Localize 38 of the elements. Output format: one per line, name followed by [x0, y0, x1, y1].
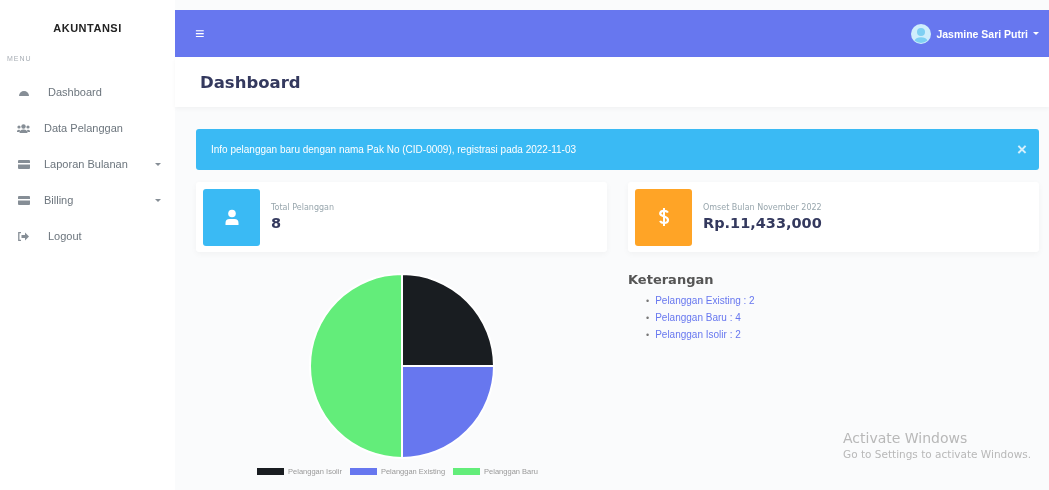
stat-value: 8 — [271, 215, 283, 231]
brand-title: AKUNTANSI — [52, 21, 123, 36]
sidebar-item[interactable]: Logout — [0, 218, 175, 254]
sidebar-item[interactable]: Data Pelanggan — [0, 110, 175, 146]
menu-toggle-button[interactable]: ≡ — [195, 24, 205, 43]
bullet-icon: • — [646, 312, 650, 323]
users-icon — [17, 123, 30, 133]
logout-icon — [17, 231, 30, 241]
caret-icon — [1033, 32, 1039, 35]
activation-notice-title: Activate Windows — [843, 430, 969, 446]
bullet-icon: • — [646, 295, 650, 306]
alert-text: Info pelanggan baru dengan nama Pak No (CID-0009), registrasi pada 2022-11-03 — [211, 144, 577, 155]
legend-link[interactable]: Pelanggan Baru : 4 — [655, 312, 741, 323]
legend-link[interactable]: Pelanggan Isolir : 2 — [655, 329, 741, 340]
sidebar-item[interactable]: Dashboard — [0, 74, 175, 110]
page-title: Dashboard — [200, 72, 301, 92]
avatar-icon — [911, 23, 932, 44]
stat-value: Rp.11,433,000 — [703, 215, 822, 231]
user-name: Jasmine Sari Putri — [936, 27, 1028, 40]
sidebar-item-label: Dashboard — [48, 86, 102, 98]
bullet-icon: • — [646, 329, 650, 340]
stat-label: Omset Bulan November 2022 — [703, 203, 822, 212]
sidebar-item-label: Laporan Bulanan — [44, 158, 128, 170]
credit-card-icon — [17, 195, 30, 205]
sidebar-item[interactable]: Billing — [0, 182, 175, 218]
sidebar-item-label: Logout — [48, 230, 82, 242]
sidebar-item[interactable]: Laporan Bulanan — [0, 146, 175, 182]
section-title: Keterangan — [628, 272, 715, 287]
credit-card-icon — [17, 159, 30, 169]
stat-label: Total Pelanggan — [271, 203, 334, 212]
sidebar-item-label: Billing — [44, 194, 74, 206]
legend-swatch — [453, 468, 481, 475]
legend-swatch — [257, 468, 285, 475]
activation-notice-text: Go to Settings to activate Windows. — [843, 448, 1032, 460]
sidebar-item-label: Data Pelanggan — [44, 122, 123, 134]
legend-swatch — [349, 468, 377, 475]
user-menu[interactable]: Jasmine Sari Putri — [911, 23, 1039, 44]
legend-link[interactable]: Pelanggan Existing : 2 — [655, 295, 755, 306]
